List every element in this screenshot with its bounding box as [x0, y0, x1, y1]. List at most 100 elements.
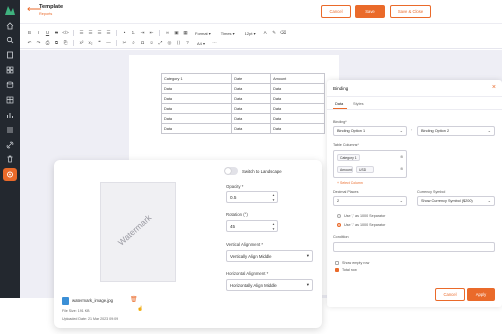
binding-option-1-select[interactable]: Binding Option 1 ⌄	[333, 126, 407, 136]
zoom-dropdown[interactable]: A4 ▾	[197, 41, 205, 46]
select-column-link[interactable]: + Select Column	[337, 181, 363, 185]
column-chip[interactable]: Category 1	[337, 154, 360, 161]
more-icon[interactable]: ⋯	[210, 39, 219, 47]
number-list-icon[interactable]: 1.	[129, 29, 138, 37]
cancel-button[interactable]: Cancel	[321, 5, 351, 18]
stepper-icon[interactable]: ▲ ▼	[272, 222, 275, 231]
document-icon[interactable]	[6, 51, 14, 59]
link-icon[interactable]: ∞	[163, 29, 172, 37]
document-table[interactable]: Category 1 Date Amount Data Data Data Da…	[160, 73, 325, 134]
currency-chip[interactable]: USD	[356, 166, 374, 173]
tab-data[interactable]: Data	[335, 101, 343, 106]
tab-styles[interactable]: Styles	[353, 101, 364, 106]
image-icon[interactable]: ▣	[172, 29, 181, 37]
dot-separator-radio[interactable]	[337, 223, 341, 227]
justify-icon[interactable]: ☰	[104, 29, 113, 37]
indent-icon[interactable]: ⇥	[138, 29, 147, 37]
opacity-input[interactable]: 0.5 ▲ ▼	[226, 191, 278, 203]
paste-icon[interactable]: ⎘	[61, 39, 70, 47]
total-row-checkbox[interactable]	[335, 268, 339, 272]
source-icon[interactable]: ⟨⟩	[174, 39, 183, 47]
align-left-icon[interactable]: ☰	[77, 29, 86, 37]
align-center-icon[interactable]: ☰	[86, 29, 95, 37]
emoji-icon[interactable]: ☺	[147, 39, 156, 47]
highlight-icon[interactable]: ✎	[270, 29, 279, 37]
preview-icon[interactable]: ◎	[165, 39, 174, 47]
trash-icon[interactable]	[6, 155, 14, 163]
table-cell[interactable]: Data	[270, 113, 325, 124]
table-cell[interactable]: Data	[160, 113, 233, 124]
trash-icon[interactable]: 🗑	[130, 297, 138, 304]
sidebar-active-item[interactable]	[3, 168, 17, 181]
subscript-icon[interactable]: x₂	[86, 39, 95, 47]
bullet-list-icon[interactable]: •	[120, 29, 129, 37]
save-button[interactable]: Save	[355, 5, 385, 18]
binding-option-2-select[interactable]: Binding Option 2 ⌄	[417, 126, 495, 136]
column-chip[interactable]: Amount	[337, 166, 353, 173]
table-cell[interactable]: Data	[270, 93, 325, 104]
bold-icon[interactable]: B	[25, 29, 34, 37]
outdent-icon[interactable]: ⇤	[147, 29, 156, 37]
save-close-button[interactable]: Save & Close	[390, 5, 431, 18]
horizontal-alignment-select[interactable]: Horizontally Align Middle ▾	[226, 279, 313, 291]
table-cell[interactable]: Data	[231, 123, 272, 134]
table-cell[interactable]: Data	[231, 113, 272, 124]
currency-symbol-select[interactable]: Show Currency Symbol ($200) ⌄	[417, 196, 495, 206]
vertical-alignment-select[interactable]: Vertically Align Middle ▾	[226, 250, 313, 262]
table-cell[interactable]: Data	[231, 83, 272, 94]
table-cell[interactable]: Data	[160, 123, 233, 134]
format-dropdown[interactable]: Format ▾	[195, 31, 211, 36]
fullscreen-icon[interactable]: ⤢	[156, 39, 165, 47]
text-color-icon[interactable]: A	[261, 29, 270, 37]
table-icon[interactable]	[6, 96, 14, 104]
table-cell[interactable]: Data	[160, 103, 233, 114]
breadcrumb[interactable]: Reports	[39, 12, 52, 16]
hr-icon[interactable]: ―	[104, 39, 113, 47]
apply-button[interactable]: Apply	[467, 288, 495, 301]
underline-icon[interactable]: U	[43, 29, 52, 37]
quote-icon[interactable]: ❝	[95, 39, 104, 47]
redo-icon[interactable]: ↷	[34, 39, 43, 47]
decimal-places-select[interactable]: 2 ⌄	[333, 196, 407, 206]
cancel-button[interactable]: Cancel	[435, 288, 465, 301]
table-cell[interactable]: Data	[231, 103, 272, 114]
table-columns-field[interactable]: Category 1 ⊗ Amount USD ⊗	[333, 150, 407, 178]
close-icon[interactable]: ×	[492, 84, 496, 91]
table-cell[interactable]: Data	[160, 93, 233, 104]
table-cell[interactable]: Data	[231, 93, 272, 104]
rotation-input[interactable]: 45 ▲ ▼	[226, 220, 278, 232]
size-dropdown[interactable]: 12pt ▾	[245, 31, 256, 36]
table-cell[interactable]: Data	[270, 123, 325, 134]
align-right-icon[interactable]: ☰	[95, 29, 104, 37]
database-icon[interactable]	[6, 81, 14, 89]
table-cell[interactable]: Data	[270, 103, 325, 114]
special-char-icon[interactable]: Ω	[138, 39, 147, 47]
condition-input[interactable]	[333, 242, 495, 252]
show-empty-row-checkbox[interactable]	[335, 261, 339, 265]
remove-chip-icon[interactable]: ⊗	[400, 166, 403, 171]
undo-icon[interactable]: ↶	[25, 39, 34, 47]
stepper-icon[interactable]: ▲ ▼	[272, 193, 275, 202]
comma-separator-radio[interactable]	[337, 214, 341, 218]
landscape-toggle[interactable]	[224, 167, 238, 175]
search-icon[interactable]	[6, 36, 14, 44]
superscript-icon[interactable]: x²	[77, 39, 86, 47]
find-icon[interactable]: ⌕	[129, 39, 138, 47]
grid-icon[interactable]	[6, 66, 14, 74]
code-icon[interactable]: </>	[61, 29, 70, 37]
font-dropdown[interactable]: Times ▾	[221, 31, 235, 36]
table-header-cell[interactable]: Amount	[270, 73, 325, 84]
italic-icon[interactable]: I	[34, 29, 43, 37]
strike-icon[interactable]: S	[52, 29, 61, 37]
remove-chip-icon[interactable]: ⊗	[400, 154, 403, 159]
list-icon[interactable]	[6, 126, 14, 134]
home-icon[interactable]	[6, 22, 14, 30]
link-icon[interactable]	[6, 141, 14, 149]
print-icon[interactable]: ⎙	[43, 39, 52, 47]
cut-icon[interactable]: ✂	[120, 39, 129, 47]
table-header-cell[interactable]: Date	[231, 73, 272, 84]
help-icon[interactable]: ?	[183, 39, 192, 47]
table-header-cell[interactable]: Category 1	[160, 73, 233, 84]
table-cell[interactable]: Data	[270, 83, 325, 94]
clear-format-icon[interactable]: ⌫	[279, 29, 288, 37]
